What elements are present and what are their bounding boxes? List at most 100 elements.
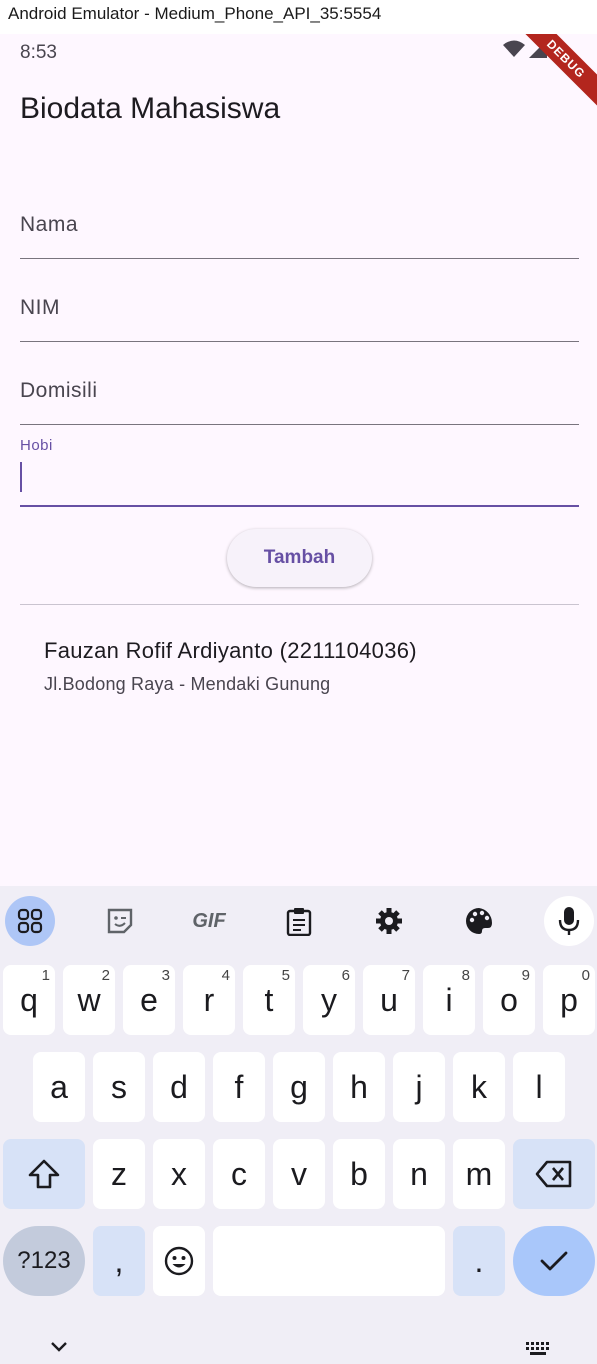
key-n[interactable]: n	[393, 1139, 445, 1209]
app-screen: 8:53 DEBUG Biodata Mahasiswa Nama NIM Do…	[0, 34, 597, 886]
key-r-hint: 4	[221, 967, 230, 984]
key-x[interactable]: x	[153, 1139, 205, 1209]
key-i[interactable]: i8	[423, 965, 475, 1035]
key-g[interactable]: g	[273, 1052, 325, 1122]
key-h[interactable]: h	[333, 1052, 385, 1122]
key-j[interactable]: j	[393, 1052, 445, 1122]
clipboard-icon[interactable]	[274, 896, 324, 946]
key-y-hint: 6	[341, 967, 350, 984]
key-l[interactable]: l	[513, 1052, 565, 1122]
key-e[interactable]: e3	[123, 965, 175, 1035]
key-b-label: b	[350, 1155, 368, 1192]
window-title: Android Emulator - Medium_Phone_API_35:5…	[8, 4, 382, 23]
key-r[interactable]: r4	[183, 965, 235, 1035]
list-item[interactable]: Fauzan Rofif Ardiyanto (2211104036) Jl.B…	[44, 638, 417, 695]
key-l-label: l	[535, 1068, 543, 1105]
key-i-label: i	[445, 981, 453, 1018]
key-t-label: t	[264, 981, 274, 1018]
symbols-key-label: ?123	[17, 1247, 71, 1274]
key-t[interactable]: t5	[243, 965, 295, 1035]
period-key[interactable]: .	[453, 1226, 505, 1296]
key-u-hint: 7	[401, 967, 410, 984]
key-k[interactable]: k	[453, 1052, 505, 1122]
key-o-label: o	[500, 981, 518, 1018]
key-o[interactable]: o9	[483, 965, 535, 1035]
key-p[interactable]: p0	[543, 965, 595, 1035]
soft-keyboard: GIF q1 w2 e3 r4 t5 y6 u7 i8 o9 p0 a s d …	[0, 886, 597, 1364]
shift-key[interactable]	[3, 1139, 85, 1209]
nama-field[interactable]: Nama	[20, 199, 579, 259]
key-d-label: d	[170, 1068, 188, 1105]
key-v[interactable]: v	[273, 1139, 325, 1209]
palette-icon[interactable]	[454, 896, 504, 946]
key-v-label: v	[291, 1155, 307, 1192]
list-item-title: Fauzan Rofif Ardiyanto (2211104036)	[44, 638, 417, 663]
backspace-key[interactable]	[513, 1139, 595, 1209]
comma-key[interactable]: ,	[93, 1226, 145, 1296]
key-s[interactable]: s	[93, 1052, 145, 1122]
symbols-key[interactable]: ?123	[3, 1226, 85, 1296]
key-w-label: w	[77, 981, 101, 1018]
key-f-label: f	[234, 1068, 244, 1105]
checkmark-icon	[540, 1251, 568, 1271]
key-m-label: m	[465, 1155, 493, 1192]
key-k-label: k	[471, 1068, 487, 1105]
key-q[interactable]: q1	[3, 965, 55, 1035]
comma-key-label: ,	[114, 1242, 124, 1279]
key-f[interactable]: f	[213, 1052, 265, 1122]
page-title: Biodata Mahasiswa	[20, 92, 281, 125]
nama-label: Nama	[20, 213, 79, 236]
key-u[interactable]: u7	[363, 965, 415, 1035]
mic-icon[interactable]	[544, 896, 594, 946]
settings-icon[interactable]	[364, 896, 414, 946]
status-time: 8:53	[20, 42, 57, 63]
key-m[interactable]: m	[453, 1139, 505, 1209]
key-y[interactable]: y6	[303, 965, 355, 1035]
key-p-label: p	[560, 981, 578, 1018]
key-x-label: x	[171, 1155, 187, 1192]
key-y-label: y	[321, 981, 337, 1018]
key-j-label: j	[415, 1068, 423, 1105]
hobi-field[interactable]: Hobi	[20, 437, 579, 507]
text-cursor	[20, 462, 22, 492]
hide-keyboard-icon[interactable]	[50, 1340, 68, 1358]
shift-icon	[28, 1159, 60, 1189]
nim-field[interactable]: NIM	[20, 282, 579, 342]
nim-label: NIM	[20, 296, 60, 319]
key-o-hint: 9	[521, 967, 530, 984]
window-title-bar: Android Emulator - Medium_Phone_API_35:5…	[0, 0, 597, 34]
key-z[interactable]: z	[93, 1139, 145, 1209]
key-e-hint: 3	[161, 967, 170, 984]
gif-icon[interactable]: GIF	[184, 896, 234, 946]
keyboard-switch-icon[interactable]	[526, 1342, 552, 1361]
emoji-key[interactable]	[153, 1226, 205, 1296]
key-d[interactable]: d	[153, 1052, 205, 1122]
key-p-hint: 0	[581, 967, 590, 984]
key-u-label: u	[380, 981, 398, 1018]
apps-grid-icon[interactable]	[5, 896, 55, 946]
key-i-hint: 8	[461, 967, 470, 984]
key-w-hint: 2	[101, 967, 110, 984]
list-item-subtitle: Jl.Bodong Raya - Mendaki Gunung	[44, 674, 331, 694]
enter-key[interactable]	[513, 1226, 595, 1296]
key-a[interactable]: a	[33, 1052, 85, 1122]
space-key[interactable]	[213, 1226, 445, 1296]
key-z-label: z	[111, 1155, 127, 1192]
key-b[interactable]: b	[333, 1139, 385, 1209]
domisili-field[interactable]: Domisili	[20, 365, 579, 425]
key-g-label: g	[290, 1068, 308, 1105]
key-q-hint: 1	[41, 967, 50, 984]
divider	[20, 604, 579, 605]
key-w[interactable]: w2	[63, 965, 115, 1035]
key-t-hint: 5	[281, 967, 290, 984]
sticker-icon[interactable]	[95, 896, 145, 946]
key-n-label: n	[410, 1155, 428, 1192]
key-e-label: e	[140, 981, 158, 1018]
domisili-label: Domisili	[20, 379, 98, 402]
key-c-label: c	[231, 1155, 247, 1192]
add-button[interactable]: Tambah	[227, 529, 372, 587]
key-c[interactable]: c	[213, 1139, 265, 1209]
backspace-icon	[535, 1160, 572, 1188]
key-q-label: q	[20, 981, 38, 1018]
key-a-label: a	[50, 1068, 68, 1105]
